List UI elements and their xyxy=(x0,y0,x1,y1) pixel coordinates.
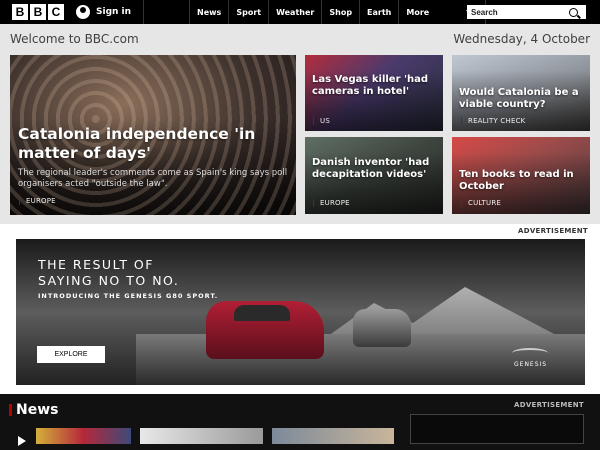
news-thumbnail[interactable] xyxy=(140,428,263,444)
advert-banner[interactable]: THE RESULT OF SAYING NO TO NO. INTRODUCI… xyxy=(16,239,585,385)
advert-intro: INTRODUCING THE GENESIS G80 SPORT. xyxy=(38,292,219,300)
search-input[interactable] xyxy=(467,5,567,19)
advert-label: ADVERTISEMENT xyxy=(518,227,588,235)
nav-weather[interactable]: Weather xyxy=(268,0,321,24)
hero-tag[interactable]: EUROPE xyxy=(19,197,56,205)
nav-shop[interactable]: Shop xyxy=(321,0,359,24)
section-accent-bar xyxy=(9,404,12,416)
story-headline[interactable]: Would Catalonia be a viable country? xyxy=(459,87,585,111)
welcome-text: Welcome to BBC.com xyxy=(10,32,139,46)
story-tag[interactable]: US xyxy=(313,117,330,125)
story-tag[interactable]: CULTURE xyxy=(461,199,501,207)
genesis-logo-icon xyxy=(512,348,548,358)
story-headline[interactable]: Danish inventor 'had decapitation videos… xyxy=(312,157,438,181)
search-box xyxy=(467,5,586,19)
date-text: Wednesday, 4 October xyxy=(453,32,590,46)
story-tag[interactable]: EUROPE xyxy=(313,199,350,207)
advert-brand: GENESIS xyxy=(514,361,548,368)
nav-sport[interactable]: Sport xyxy=(228,0,268,24)
advert-section: ADVERTISEMENT THE RESULT OF SAYING NO TO… xyxy=(0,224,600,394)
advert-headline-line1: THE RESULT OF xyxy=(38,257,154,272)
search-icon[interactable] xyxy=(569,7,578,17)
news-advert-label: ADVERTISEMENT xyxy=(514,401,584,409)
hero-story[interactable]: Catalonia independence 'in matter of day… xyxy=(10,55,296,215)
advert-car-red xyxy=(206,301,324,359)
nav-more-label: More xyxy=(406,7,430,17)
news-section: News ADVERTISEMENT xyxy=(0,394,600,450)
explore-button[interactable]: EXPLORE xyxy=(37,346,105,363)
sign-in-button[interactable]: Sign in xyxy=(76,0,145,24)
logo-letter: B xyxy=(12,4,28,20)
news-thumbnail[interactable] xyxy=(272,428,394,444)
story-card-catalonia[interactable]: Would Catalonia be a viable country? REA… xyxy=(452,55,590,131)
story-card-books[interactable]: Ten books to read in October CULTURE xyxy=(452,137,590,214)
hero-summary: The regional leader's comments come as S… xyxy=(18,168,288,189)
story-card-danish[interactable]: Danish inventor 'had decapitation videos… xyxy=(305,137,443,214)
news-thumbnail[interactable] xyxy=(36,428,131,444)
sign-in-label: Sign in xyxy=(96,7,132,17)
bbc-logo[interactable]: B B C xyxy=(12,4,64,20)
news-advert-box[interactable] xyxy=(410,414,584,444)
user-icon xyxy=(76,5,90,19)
logo-letter: B xyxy=(30,4,46,20)
advert-headline-line2: SAYING NO TO NO. xyxy=(38,273,180,288)
story-card-vegas[interactable]: Las Vegas killer 'had cameras in hotel' … xyxy=(305,55,443,131)
play-icon[interactable] xyxy=(18,436,26,446)
advert-car-silver xyxy=(353,309,411,347)
logo-letter: C xyxy=(48,4,64,20)
main-nav: News Sport Weather Shop Earth More xyxy=(189,0,487,24)
nav-earth[interactable]: Earth xyxy=(359,0,398,24)
story-tag[interactable]: REALITY CHECK xyxy=(461,117,525,125)
nav-news[interactable]: News xyxy=(189,0,228,24)
news-section-title[interactable]: News xyxy=(16,402,58,418)
story-headline[interactable]: Las Vegas killer 'had cameras in hotel' xyxy=(312,74,438,98)
story-headline[interactable]: Ten books to read in October xyxy=(459,169,585,193)
advert-headline: THE RESULT OF SAYING NO TO NO. xyxy=(38,257,179,289)
hero-headline[interactable]: Catalonia independence 'in matter of day… xyxy=(18,125,288,163)
